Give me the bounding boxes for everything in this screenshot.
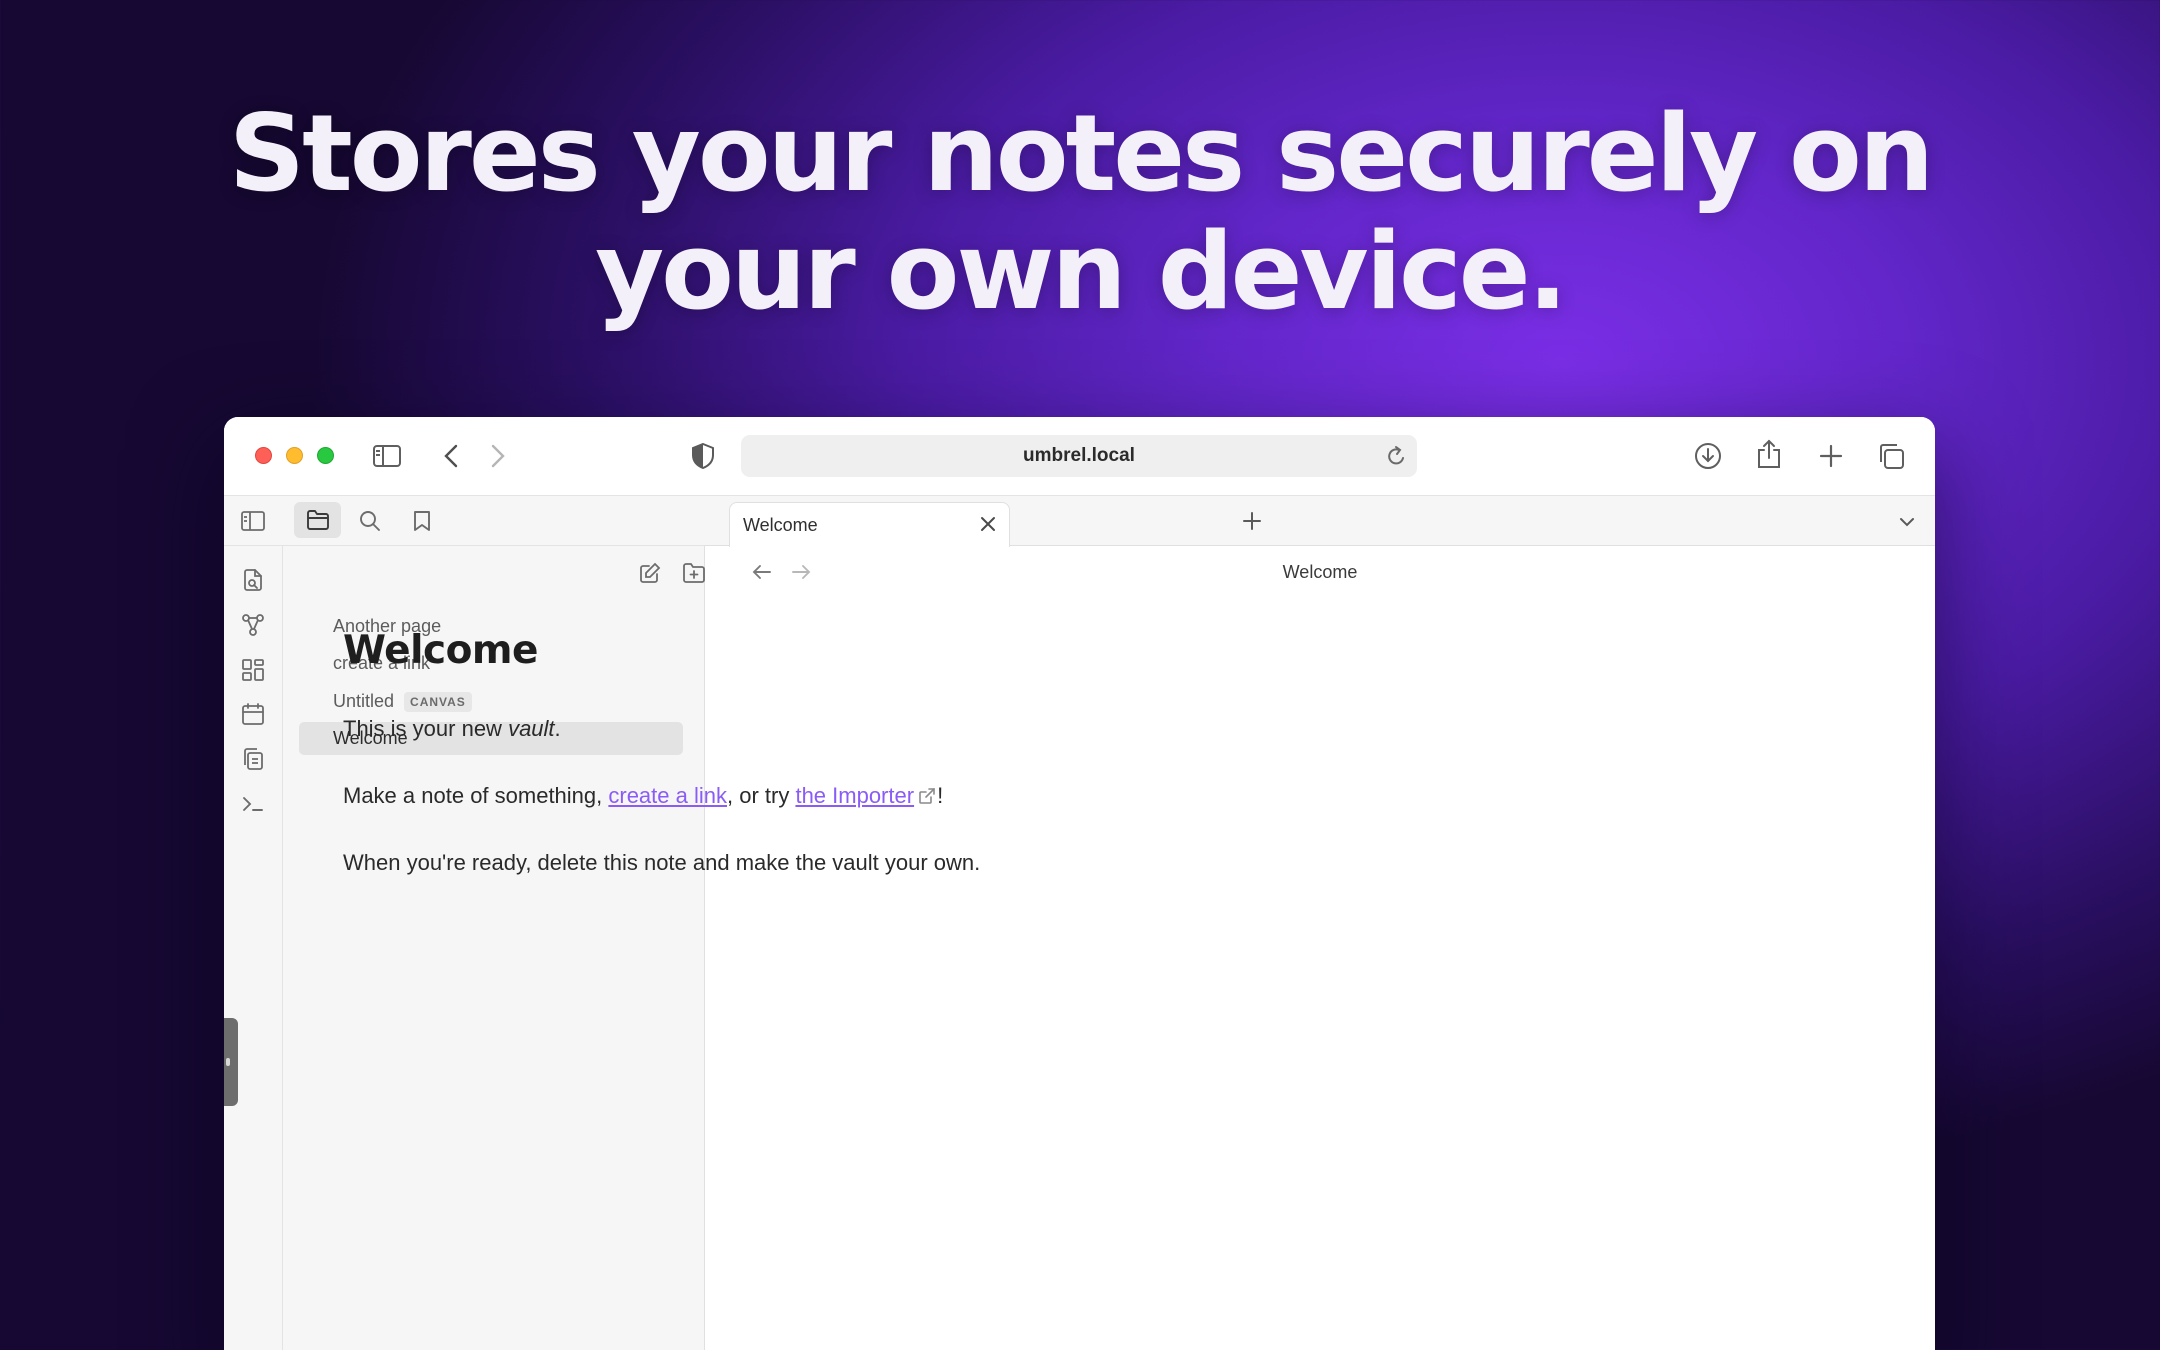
editor-pane: Welcome Welcome	[705, 496, 1935, 1350]
daily-note-icon[interactable]	[238, 699, 268, 729]
minimize-window-button[interactable]	[286, 447, 303, 464]
sidebar-toggle-icon[interactable]	[237, 505, 269, 537]
left-ribbon	[224, 496, 283, 1350]
file-item-label: Untitled	[333, 691, 395, 711]
file-explorer-sidebar: Another page create a link Untitled CANV…	[224, 496, 788, 1350]
tab-overview-icon[interactable]	[1876, 441, 1906, 471]
importer-link[interactable]: the Importer	[795, 783, 914, 808]
url-text: umbrel.local	[1023, 445, 1135, 466]
note-paragraph-2: Make a note of something, create a link,…	[343, 783, 943, 811]
browser-toolbar: umbrel.local	[224, 417, 1935, 496]
canvas-icon[interactable]	[238, 655, 268, 685]
p1-text: This is your new	[343, 716, 509, 741]
new-tab-plus-icon[interactable]	[1239, 508, 1265, 534]
share-icon[interactable]	[1753, 437, 1785, 471]
graph-view-icon[interactable]	[238, 610, 268, 640]
tab-bar: Welcome	[705, 496, 1935, 547]
tab-list-chevron-down-icon[interactable]	[1895, 510, 1919, 534]
headline-line-1: Stores your notes securely on	[228, 92, 1934, 215]
open-quick-switcher-icon[interactable]	[238, 565, 268, 595]
view-header-title[interactable]: Welcome	[705, 546, 1935, 598]
note-heading: Welcome	[343, 628, 538, 673]
new-note-icon[interactable]	[635, 558, 665, 588]
zoom-window-button[interactable]	[317, 447, 334, 464]
bookmark-icon[interactable]	[406, 505, 438, 537]
headline-line-2: your own device.	[595, 210, 1568, 333]
canvas-badge: CANVAS	[404, 691, 472, 712]
address-bar[interactable]: umbrel.local	[741, 435, 1417, 477]
external-link-icon	[918, 785, 936, 811]
search-icon[interactable]	[354, 505, 386, 537]
new-tab-icon[interactable]	[1816, 441, 1846, 471]
templates-icon[interactable]	[238, 744, 268, 774]
sidebar-header	[224, 496, 705, 546]
note-paragraph-1: This is your new vault.	[343, 716, 561, 742]
p2-suffix: !	[937, 783, 944, 808]
back-icon[interactable]	[436, 439, 466, 473]
hero-headline: Stores your notes securely on your own d…	[0, 95, 2160, 331]
p2-text: Make a note of something,	[343, 783, 609, 808]
sidebar-toggle-icon[interactable]	[370, 441, 404, 471]
p1-emphasis: vault	[508, 716, 555, 741]
folder-icon[interactable]	[294, 502, 341, 538]
browser-window: umbrel.local Another page create a link …	[224, 417, 1935, 1350]
download-icon[interactable]	[1692, 440, 1724, 472]
reload-icon[interactable]	[1387, 445, 1407, 473]
tab-welcome[interactable]: Welcome	[729, 502, 1010, 547]
collapsed-panel-handle[interactable]	[224, 1018, 238, 1106]
command-palette-icon[interactable]	[238, 789, 268, 819]
close-window-button[interactable]	[255, 447, 272, 464]
tab-label: Welcome	[743, 514, 818, 535]
note-paragraph-3: When you're ready, delete this note and …	[343, 850, 981, 875]
privacy-shield-icon[interactable]	[688, 441, 718, 471]
p1-suffix: .	[554, 716, 561, 741]
close-tab-icon[interactable]	[979, 515, 997, 538]
forward-icon[interactable]	[483, 439, 513, 473]
create-a-link-link[interactable]: create a link	[608, 783, 727, 808]
p2-mid: , or try	[727, 783, 796, 808]
file-item-untitled[interactable]: Untitled CANVAS	[299, 685, 683, 718]
